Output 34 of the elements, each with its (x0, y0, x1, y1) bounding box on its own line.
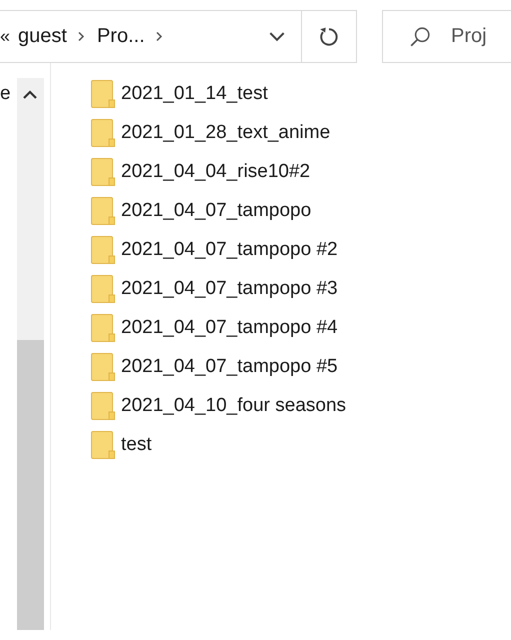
chevron-right-icon[interactable] (76, 31, 85, 42)
folder-name[interactable]: 2021_04_07_tampopo #3 (121, 278, 338, 300)
dropdown-icon[interactable] (269, 32, 285, 42)
folder-icon (91, 314, 115, 342)
folder-icon (91, 392, 115, 420)
scroll-up-icon[interactable] (23, 90, 37, 99)
folder-name[interactable]: test (121, 434, 152, 456)
folder-name[interactable]: 2021_04_07_tampopo #4 (121, 316, 338, 338)
breadcrumb[interactable]: Pro... (96, 25, 145, 48)
folder-icon (91, 430, 115, 458)
folder-name[interactable]: 2021_04_07_tampopo (121, 200, 312, 222)
folder-name[interactable]: 2021_01_14_test (121, 82, 268, 104)
search-box[interactable]: Proj (382, 10, 511, 63)
folder-name[interactable]: 2021_04_07_tampopo #5 (121, 356, 338, 378)
folder-icon (91, 158, 115, 186)
address-bar[interactable]: « guest Pro... (0, 10, 357, 63)
scrollbar-thumb[interactable] (17, 340, 44, 630)
folder-icon (91, 196, 115, 224)
folder-icon (91, 274, 115, 302)
folder-name[interactable]: 2021_04_10_four seasons (121, 394, 346, 416)
folder-name[interactable]: 2021_01_28_text_anime (121, 122, 330, 144)
chevron-right-icon[interactable] (154, 31, 163, 42)
scrollbar[interactable] (17, 78, 44, 630)
nav-item[interactable]: e (0, 83, 11, 105)
folder-icon (91, 352, 115, 380)
folder-name[interactable]: 2021_04_07_tampopo #2 (121, 238, 338, 260)
refresh-icon[interactable] (318, 26, 340, 48)
breadcrumb[interactable]: guest (18, 25, 67, 48)
search-icon (409, 26, 431, 48)
folder-name[interactable]: 2021_04_04_rise10#2 (121, 160, 310, 182)
folder-icon (91, 118, 115, 146)
folder-icon (91, 80, 115, 108)
folder-icon (91, 236, 115, 264)
overflow-chevron[interactable]: « (0, 26, 10, 47)
